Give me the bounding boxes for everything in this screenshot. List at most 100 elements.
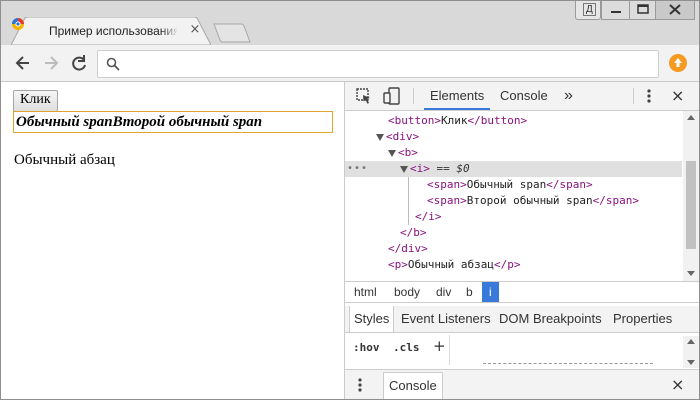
- scroll-up-icon[interactable]: [687, 339, 695, 344]
- click-button[interactable]: Клик: [13, 90, 58, 112]
- maximize-button[interactable]: [629, 1, 657, 20]
- tab-strip: Пример использования jQuery × Д: [1, 1, 699, 45]
- dom-node-b-close[interactable]: </b>: [345, 225, 682, 241]
- tab-elements[interactable]: Elements: [424, 82, 491, 110]
- forward-arrow-icon[interactable]: [41, 53, 61, 73]
- expand-triangle-icon[interactable]: [388, 149, 396, 157]
- breadcrumb-b[interactable]: b: [459, 282, 480, 302]
- dom-node-i-selected[interactable]: ••• <i> == $0: [345, 161, 682, 177]
- back-arrow-icon[interactable]: [13, 53, 33, 73]
- page-viewport: Клик Обычный spanВторой обычный span Обы…: [1, 82, 344, 399]
- hov-toggle[interactable]: :hov: [353, 341, 380, 354]
- close-window-button[interactable]: [655, 1, 695, 20]
- toolbar-divider: [413, 88, 414, 104]
- dom-tag-close: </span>: [592, 194, 639, 207]
- scroll-up-icon[interactable]: [687, 115, 695, 120]
- paragraph: Обычный абзац: [14, 152, 115, 168]
- tab-properties[interactable]: Properties: [613, 306, 672, 332]
- user-profile-button[interactable]: Д: [575, 1, 601, 20]
- dom-node-b[interactable]: <b>: [345, 145, 682, 161]
- user-badge: Д: [583, 3, 596, 16]
- sidebar-tabs: Styles Event Listeners DOM Breakpoints P…: [345, 306, 699, 333]
- dom-node-span[interactable]: <span>Обычный span</span>: [345, 177, 682, 193]
- maximize-icon: [637, 4, 649, 14]
- dom-tag-close: </b>: [400, 226, 427, 239]
- search-icon: [106, 57, 120, 71]
- kebab-menu-icon[interactable]: [640, 87, 658, 105]
- close-drawer-icon[interactable]: ×: [671, 377, 684, 393]
- tab-title: Пример использования jQuery: [49, 24, 177, 38]
- dom-node-div[interactable]: <div>: [345, 129, 682, 145]
- drawer-menu-icon[interactable]: [357, 377, 363, 393]
- scroll-thumb[interactable]: [686, 161, 696, 249]
- dom-tag-close: </p>: [493, 258, 521, 271]
- close-devtools-icon[interactable]: ×: [671, 88, 684, 104]
- dom-tag-open: <p>: [388, 258, 408, 271]
- highlighted-b-element: Обычный spanВторой обычный span: [13, 111, 333, 133]
- tab-styles[interactable]: Styles: [349, 306, 395, 332]
- devtools-toolbar: Elements Console » ×: [345, 82, 699, 111]
- scroll-down-icon[interactable]: [687, 360, 695, 365]
- dom-node-button[interactable]: <button>Клик</button>: [345, 113, 682, 129]
- extension-button[interactable]: [669, 54, 687, 72]
- dom-text: Клик: [440, 114, 468, 127]
- elements-tree: <button>Клик</button> <div> <b> ••• <i> …: [345, 111, 682, 281]
- indent-guide: [408, 177, 409, 225]
- dom-tag-close: </div>: [388, 242, 428, 255]
- toolbar-divider-2: [633, 88, 634, 104]
- tab-event-listeners[interactable]: Event Listeners: [401, 306, 491, 332]
- styles-pane: :hov .cls +: [345, 333, 699, 369]
- breadcrumb: html body div b i: [345, 281, 699, 303]
- dom-node-i-close[interactable]: </i>: [345, 209, 682, 225]
- scroll-down-icon[interactable]: [687, 271, 695, 276]
- device-toolbar-icon[interactable]: [383, 87, 401, 105]
- dom-tag-open: <i>: [410, 162, 430, 175]
- tab-console[interactable]: Console: [500, 82, 548, 110]
- elements-scrollbar[interactable]: [683, 111, 699, 281]
- dom-tag-close: </i>: [415, 210, 442, 223]
- favicon-icon: [12, 18, 24, 30]
- minimize-button[interactable]: [601, 1, 631, 20]
- dom-tag-open: <button>: [388, 114, 441, 127]
- drawer-tab-console[interactable]: Console: [383, 372, 443, 399]
- update-arrow-icon: [674, 58, 682, 67]
- tab-close-icon[interactable]: ×: [187, 22, 203, 38]
- new-tab-button[interactable]: [213, 23, 251, 43]
- browser-tab[interactable]: Пример использования jQuery ×: [11, 17, 211, 45]
- styles-dashed-rule: [483, 363, 653, 364]
- dom-tag-close: </button>: [467, 114, 528, 127]
- minimize-icon: [611, 11, 621, 13]
- dom-node-p[interactable]: <p>Обычный абзац</p>: [345, 257, 682, 273]
- close-window-icon: [669, 4, 681, 15]
- cls-toggle[interactable]: .cls: [393, 341, 420, 354]
- more-tabs-chevron-icon[interactable]: »: [564, 82, 573, 110]
- dom-node-span[interactable]: <span>Второй обычный span</span>: [345, 193, 682, 209]
- breadcrumb-html[interactable]: html: [347, 282, 384, 302]
- address-bar[interactable]: [97, 50, 659, 78]
- inspect-element-icon[interactable]: [355, 87, 373, 105]
- expand-triangle-icon[interactable]: [400, 165, 408, 173]
- dom-node-div-close[interactable]: </div>: [345, 241, 682, 257]
- dom-tag-open: <div>: [386, 130, 420, 143]
- styles-scrollbar[interactable]: [683, 336, 699, 368]
- dom-text: Обычный абзац: [407, 258, 494, 271]
- dom-tag-open: <b>: [398, 146, 418, 159]
- selected-marker: == $0: [436, 162, 470, 175]
- tab-title-fade: [161, 21, 179, 41]
- tab-dom-breakpoints[interactable]: DOM Breakpoints: [499, 306, 602, 332]
- breadcrumb-i[interactable]: i: [482, 282, 499, 302]
- dom-tag-open: <span>: [427, 178, 467, 191]
- dom-tag-open: <span>: [427, 194, 467, 207]
- console-drawer: Console ×: [345, 369, 699, 399]
- reload-icon[interactable]: [69, 53, 89, 73]
- browser-toolbar: [1, 45, 699, 82]
- pane-divider: [449, 335, 450, 365]
- dom-tag-close: </span>: [546, 178, 593, 191]
- node-actions-dots-icon[interactable]: •••: [347, 161, 368, 177]
- expand-triangle-icon[interactable]: [376, 133, 384, 141]
- breadcrumb-body[interactable]: body: [387, 282, 427, 302]
- breadcrumb-div[interactable]: div: [429, 282, 458, 302]
- dom-text: Обычный span: [466, 178, 547, 191]
- new-style-rule-plus-icon[interactable]: +: [433, 337, 446, 355]
- devtools-panel: Elements Console » × <button>Клик</butto…: [344, 82, 699, 399]
